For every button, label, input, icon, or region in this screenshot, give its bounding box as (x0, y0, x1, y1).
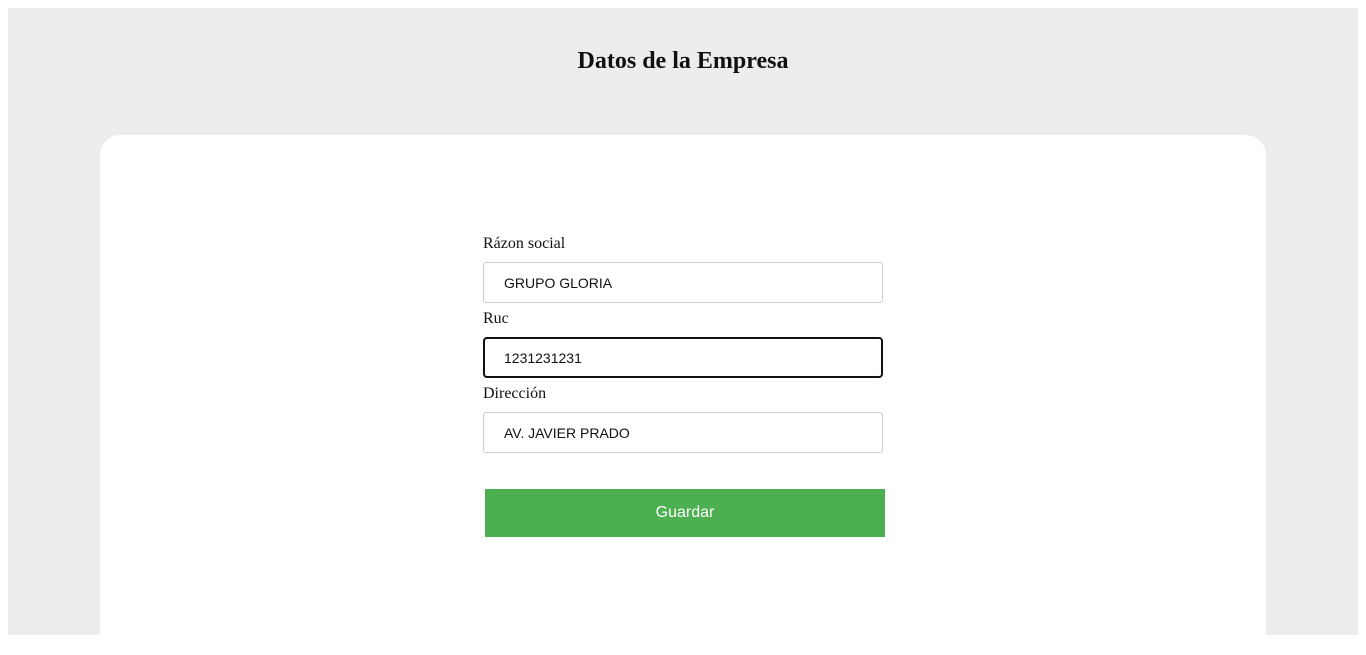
direccion-input[interactable] (483, 412, 883, 453)
razon-social-input[interactable] (483, 262, 883, 303)
form-card: Rázon social Ruc Dirección Guardar (100, 135, 1266, 655)
ruc-label: Ruc (483, 310, 509, 327)
page-background: Datos de la Empresa Rázon social Ruc Dir… (8, 8, 1358, 655)
ruc-input[interactable] (483, 337, 883, 378)
razon-social-label: Rázon social (483, 235, 566, 252)
direccion-label: Dirección (483, 385, 547, 402)
guardar-button[interactable]: Guardar (485, 489, 885, 537)
page-title: Datos de la Empresa (577, 48, 789, 74)
